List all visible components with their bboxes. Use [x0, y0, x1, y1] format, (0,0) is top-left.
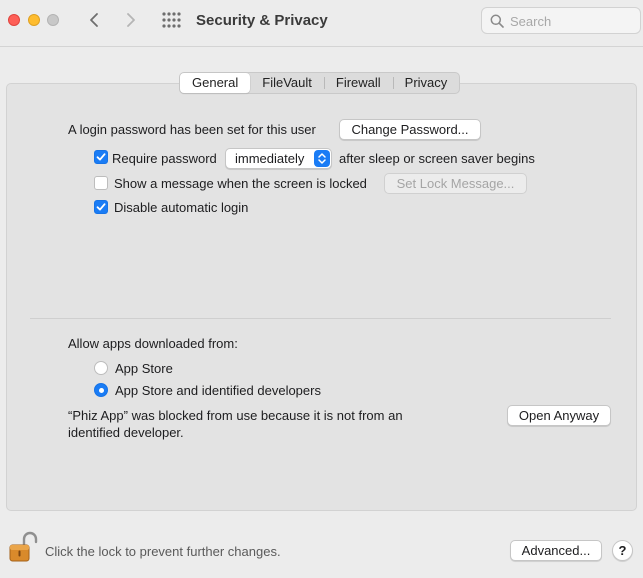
- window-title: Security & Privacy: [196, 12, 328, 29]
- checkmark-icon: [96, 203, 106, 211]
- title-bar: Security & Privacy: [0, 0, 643, 47]
- show-message-checkbox[interactable]: [94, 176, 108, 190]
- lock-hint-text: Click the lock to prevent further change…: [45, 544, 281, 559]
- popup-stepper: [314, 150, 330, 167]
- tab-general[interactable]: General: [180, 73, 251, 93]
- radio-app-store[interactable]: [94, 361, 108, 375]
- lock-button[interactable]: [7, 530, 39, 567]
- change-password-button[interactable]: Change Password...: [339, 119, 481, 140]
- radio-app-store-label: App Store: [115, 361, 173, 376]
- search-field[interactable]: [481, 7, 641, 34]
- close-window-button[interactable]: [8, 14, 20, 26]
- zoom-window-button[interactable]: [47, 14, 59, 26]
- set-lock-message-button[interactable]: Set Lock Message...: [384, 173, 527, 194]
- allow-apps-heading: Allow apps downloaded from:: [68, 336, 238, 351]
- tab-filevault[interactable]: FileVault: [250, 73, 324, 93]
- open-anyway-button[interactable]: Open Anyway: [507, 405, 611, 426]
- tab-privacy[interactable]: Privacy: [392, 73, 460, 93]
- chevron-right-icon: [127, 13, 135, 27]
- advanced-button[interactable]: Advanced...: [510, 540, 602, 561]
- forward-button[interactable]: [121, 10, 141, 30]
- search-input[interactable]: [510, 11, 635, 31]
- checkmark-icon: [96, 153, 106, 161]
- show-all-button[interactable]: [161, 11, 181, 29]
- chevron-left-icon: [90, 13, 98, 27]
- login-password-text: A login password has been set for this u…: [68, 122, 316, 137]
- help-button[interactable]: ?: [612, 540, 633, 561]
- password-delay-value: immediately: [235, 151, 305, 166]
- radio-app-store-identified[interactable]: [94, 383, 108, 397]
- tab-firewall[interactable]: Firewall: [323, 73, 393, 93]
- show-message-label: Show a message when the screen is locked: [114, 176, 367, 191]
- grid-icon: [162, 12, 181, 28]
- back-button[interactable]: [84, 10, 104, 30]
- tab-bar: General FileVault Firewall Privacy: [179, 72, 461, 94]
- chevron-up-down-icon: [318, 153, 326, 164]
- minimize-window-button[interactable]: [28, 14, 40, 26]
- disable-auto-login-label: Disable automatic login: [114, 200, 249, 215]
- disable-auto-login-checkbox[interactable]: [94, 200, 108, 214]
- search-icon: [490, 14, 504, 28]
- lock-open-icon: [9, 531, 38, 562]
- require-password-suffix: after sleep or screen saver begins: [339, 151, 535, 166]
- require-password-checkbox[interactable]: [94, 150, 108, 164]
- require-password-label: Require password: [112, 151, 217, 166]
- blocked-app-message-line1: “Phiz App” was blocked from use because …: [68, 408, 403, 423]
- section-divider: [30, 318, 611, 319]
- radio-app-store-identified-label: App Store and identified developers: [115, 383, 321, 398]
- password-delay-popup[interactable]: immediately: [225, 148, 332, 169]
- blocked-app-message-line2: identified developer.: [68, 425, 184, 440]
